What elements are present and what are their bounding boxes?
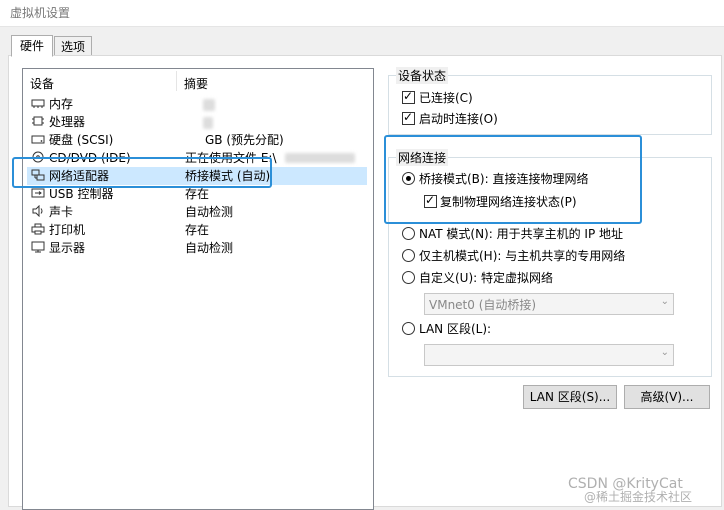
connect-on-startup-checkbox[interactable]: ✓ — [402, 110, 415, 125]
device-summary: GB (预先分配) — [205, 133, 284, 147]
redacted-value — [203, 99, 215, 111]
device-row-memory[interactable]: 内存 — [27, 95, 367, 113]
sound-icon — [32, 205, 43, 217]
device-list[interactable]: 设备 摘要 内存 处理器 硬盘 (SCSI) GB (预先分配) CD/DVD … — [22, 68, 374, 510]
device-name: 声卡 — [49, 205, 74, 219]
printer-icon — [31, 223, 45, 235]
device-name: 显示器 — [49, 241, 86, 255]
custom-label[interactable]: 自定义(U): 特定虚拟网络 — [419, 269, 553, 286]
custom-radio[interactable] — [402, 271, 415, 284]
lan-segments-button[interactable]: LAN 区段(S)... — [523, 385, 617, 409]
advanced-button[interactable]: 高级(V)... — [624, 385, 710, 409]
device-name: 内存 — [49, 97, 74, 111]
device-row-sound[interactable]: 声卡 自动检测 — [27, 203, 367, 221]
lan-segment-radio[interactable] — [402, 322, 415, 335]
chevron-down-icon: ⌄ — [660, 296, 669, 307]
tab-options[interactable]: 选项 — [54, 36, 92, 57]
highlight-box-network-adapter — [12, 157, 272, 188]
nat-radio[interactable] — [402, 227, 415, 240]
col-header-summary[interactable]: 摘要 — [184, 75, 208, 92]
title-bar: 虚拟机设置 — [0, 0, 724, 27]
device-summary: 自动检测 — [185, 205, 234, 219]
watermark-text-2: @稀土掘金技术社区 — [584, 490, 693, 504]
tab-hardware[interactable]: 硬件 — [11, 35, 53, 57]
device-name: 打印机 — [49, 223, 86, 237]
memory-icon — [31, 99, 45, 108]
usb-icon — [31, 188, 45, 198]
connected-checkbox[interactable]: ✓ — [402, 89, 415, 104]
device-name: 硬盘 (SCSI) — [49, 133, 114, 147]
device-summary: 自动检测 — [185, 241, 234, 255]
custom-network-value: VMnet0 (自动桥接) — [429, 298, 537, 312]
device-name: 处理器 — [49, 115, 86, 129]
monitor-icon — [31, 241, 45, 253]
redacted-path — [285, 153, 355, 163]
connect-on-startup-label[interactable]: 启动时连接(O) — [419, 110, 498, 127]
device-row-printer[interactable]: 打印机 存在 — [27, 221, 367, 239]
highlight-box-bridged — [384, 135, 642, 224]
device-status-title: 设备状态 — [396, 67, 449, 84]
window-title: 虚拟机设置 — [10, 6, 71, 20]
host-only-label[interactable]: 仅主机模式(H): 与主机共享的专用网络 — [419, 247, 625, 264]
device-row-display[interactable]: 显示器 自动检测 — [27, 239, 367, 257]
col-divider — [176, 71, 177, 91]
device-summary: 存在 — [185, 223, 210, 237]
nat-label[interactable]: NAT 模式(N): 用于共享主机的 IP 地址 — [419, 225, 623, 242]
chevron-down-icon: ⌄ — [660, 347, 669, 358]
custom-network-select[interactable]: VMnet0 (自动桥接) ⌄ — [424, 293, 674, 315]
host-only-radio[interactable] — [402, 249, 415, 262]
hdd-icon — [31, 135, 45, 144]
lan-segment-select[interactable]: ⌄ — [424, 344, 674, 366]
lan-segment-label[interactable]: LAN 区段(L): — [419, 320, 491, 337]
redacted-value — [203, 117, 213, 129]
cpu-icon — [32, 116, 44, 126]
connected-label[interactable]: 已连接(C) — [419, 89, 473, 106]
col-header-device[interactable]: 设备 — [30, 75, 54, 92]
device-row-hdd[interactable]: 硬盘 (SCSI) GB (预先分配) — [27, 131, 367, 149]
device-row-processor[interactable]: 处理器 — [27, 113, 367, 131]
